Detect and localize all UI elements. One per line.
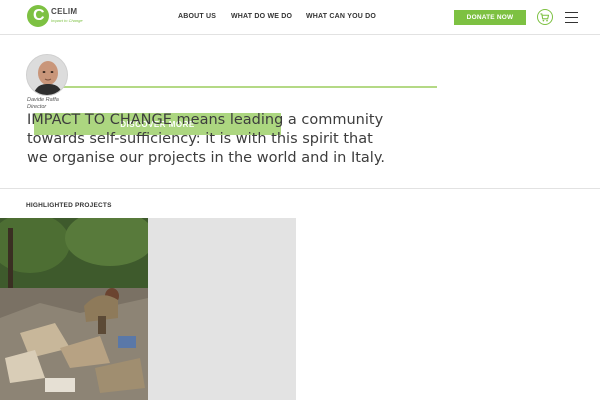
accent-divider-line <box>60 86 437 88</box>
project-card-image[interactable] <box>0 218 148 400</box>
project-card-placeholder[interactable] <box>148 218 296 400</box>
logo-tagline: Impact to Change <box>51 18 83 23</box>
mission-quote: IMPACT TO CHANGE means leading a communi… <box>27 112 385 166</box>
celim-logo[interactable]: C CELIM Impact to Change <box>27 5 83 30</box>
logo-mark-icon: C <box>27 5 49 27</box>
nav-what-do-we-do[interactable]: WHAT DO WE DO <box>231 13 292 20</box>
director-avatar <box>26 54 68 96</box>
section-divider <box>0 188 600 189</box>
hamburger-menu-icon[interactable] <box>565 12 578 23</box>
donate-now-button[interactable]: DONATE NOW <box>454 10 526 25</box>
site-header: C CELIM Impact to Change ABOUT US WHAT D… <box>0 0 600 35</box>
logo-name: CELIM <box>51 7 78 16</box>
nav-about-us[interactable]: ABOUT US <box>178 13 216 20</box>
director-role: Director <box>27 104 47 110</box>
nav-what-can-you-do[interactable]: WHAT CAN YOU DO <box>306 13 376 20</box>
cart-icon[interactable] <box>537 9 553 25</box>
highlighted-projects-title: HIGHLIGHTED PROJECTS <box>26 202 112 209</box>
director-name: Davide Raffa <box>27 97 59 103</box>
